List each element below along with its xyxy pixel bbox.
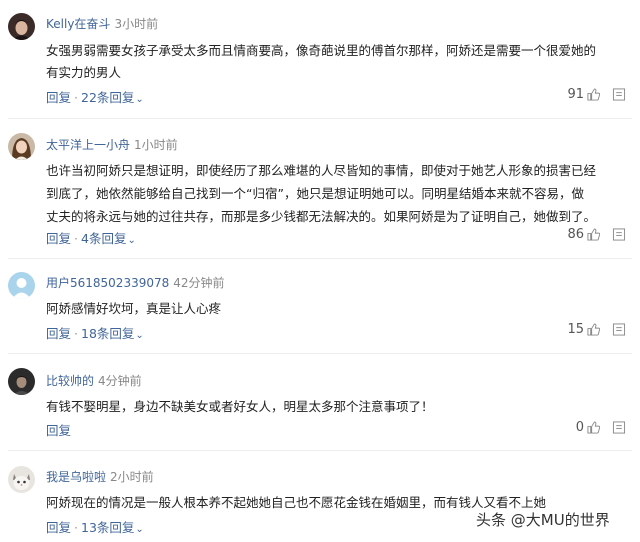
divider xyxy=(8,353,632,354)
reply-button[interactable]: 回复 xyxy=(46,423,71,438)
chevron-down-icon[interactable]: ⌄ xyxy=(135,94,143,105)
comment-text-line: 到底了，她依然能够给自己找到一个“归宿”，她只是想证明她可以。同明星结婚本来就不… xyxy=(46,186,584,201)
separator-dot: · xyxy=(74,90,78,105)
comment-text-line: 有钱不娶明星，身边不缺美女或者好女人，明星太多那个注意事项了！ xyxy=(46,399,434,414)
view-replies-link[interactable]: 18条回复 xyxy=(81,326,134,341)
comment-time: 3小时前 xyxy=(114,17,159,31)
more-options-icon[interactable] xyxy=(612,323,626,336)
avatar-dark-icon xyxy=(8,368,35,395)
chevron-down-icon[interactable]: ⌄ xyxy=(135,330,143,341)
avatar[interactable] xyxy=(8,272,35,299)
more-options-icon[interactable] xyxy=(612,228,626,241)
comment-text-line: 丈夫的将永远与她的过往共存，而那是多少钱都无法解决的。如果阿娇是为了证明自己，她… xyxy=(46,209,597,224)
comment-text-line: 阿娇现在的情况是一般人根本养不起她她自己也不愿花金钱在婚姻里，而有钱人又看不上她 xyxy=(46,495,547,510)
separator-dot: · xyxy=(74,520,78,535)
reply-button[interactable]: 回复 xyxy=(46,231,71,246)
like-count: 86 xyxy=(567,227,584,242)
avatar[interactable] xyxy=(8,368,35,395)
view-replies-link[interactable]: 22条回复 xyxy=(81,90,134,105)
view-replies-link[interactable]: 4条回复 xyxy=(81,231,126,246)
chevron-down-icon[interactable]: ⌄ xyxy=(135,524,143,535)
avatar[interactable] xyxy=(8,133,35,160)
chevron-down-icon[interactable]: ⌄ xyxy=(127,235,135,246)
comment-text-line: 也许当初阿娇只是想证明，即使经历了那么难堪的人尽皆知的事情，即使对于她艺人形象的… xyxy=(46,163,597,178)
divider xyxy=(8,450,632,451)
comment-text-line: 阿娇感情好坎坷，真是让人心疼 xyxy=(46,301,222,316)
thumbs-up-icon[interactable] xyxy=(587,88,600,101)
avatar-woman-icon xyxy=(8,133,35,160)
comment-username[interactable]: 我是乌啦啦 xyxy=(46,470,106,484)
divider xyxy=(8,258,632,259)
comment-time: 4分钟前 xyxy=(98,374,142,388)
comment-time: 2小时前 xyxy=(110,470,154,484)
thumbs-up-icon[interactable] xyxy=(587,228,600,241)
watermark: 头条 @大MU的世界 xyxy=(476,511,610,529)
avatar[interactable] xyxy=(8,466,35,493)
comment-username[interactable]: 太平洋上一小舟 xyxy=(46,138,130,152)
comment-username[interactable]: 用户5618502339078 xyxy=(46,276,169,290)
comment-time: 1小时前 xyxy=(134,138,178,152)
avatar[interactable] xyxy=(8,13,35,40)
like-count: 0 xyxy=(575,420,584,435)
separator-dot: · xyxy=(74,326,78,341)
avatar-cat-icon xyxy=(8,466,35,493)
comment-text-line: 有实力的男人 xyxy=(46,65,122,80)
reply-button[interactable]: 回复 xyxy=(46,520,71,535)
comment-username[interactable]: Kelly在奋斗 xyxy=(46,17,110,31)
reply-button[interactable]: 回复 xyxy=(46,326,71,341)
comment-text-line: 女强男弱需要女孩子承受太多而且情商要高，像奇葩说里的傅首尔那样，阿娇还是需要一个… xyxy=(46,43,597,58)
more-options-icon[interactable] xyxy=(612,88,626,101)
reply-button[interactable]: 回复 xyxy=(46,90,71,105)
avatar-dark-hair-icon xyxy=(8,13,35,40)
divider xyxy=(8,118,632,119)
comment-username[interactable]: 比较帅的 xyxy=(46,374,94,388)
like-count: 91 xyxy=(567,87,584,102)
more-options-icon[interactable] xyxy=(612,421,626,434)
comment-time: 42分钟前 xyxy=(173,276,225,290)
thumbs-up-icon[interactable] xyxy=(587,323,600,336)
thumbs-up-icon[interactable] xyxy=(587,421,600,434)
separator-dot: · xyxy=(74,231,78,246)
like-count: 15 xyxy=(567,322,584,337)
view-replies-link[interactable]: 13条回复 xyxy=(81,520,134,535)
avatar-default-icon xyxy=(8,272,35,299)
